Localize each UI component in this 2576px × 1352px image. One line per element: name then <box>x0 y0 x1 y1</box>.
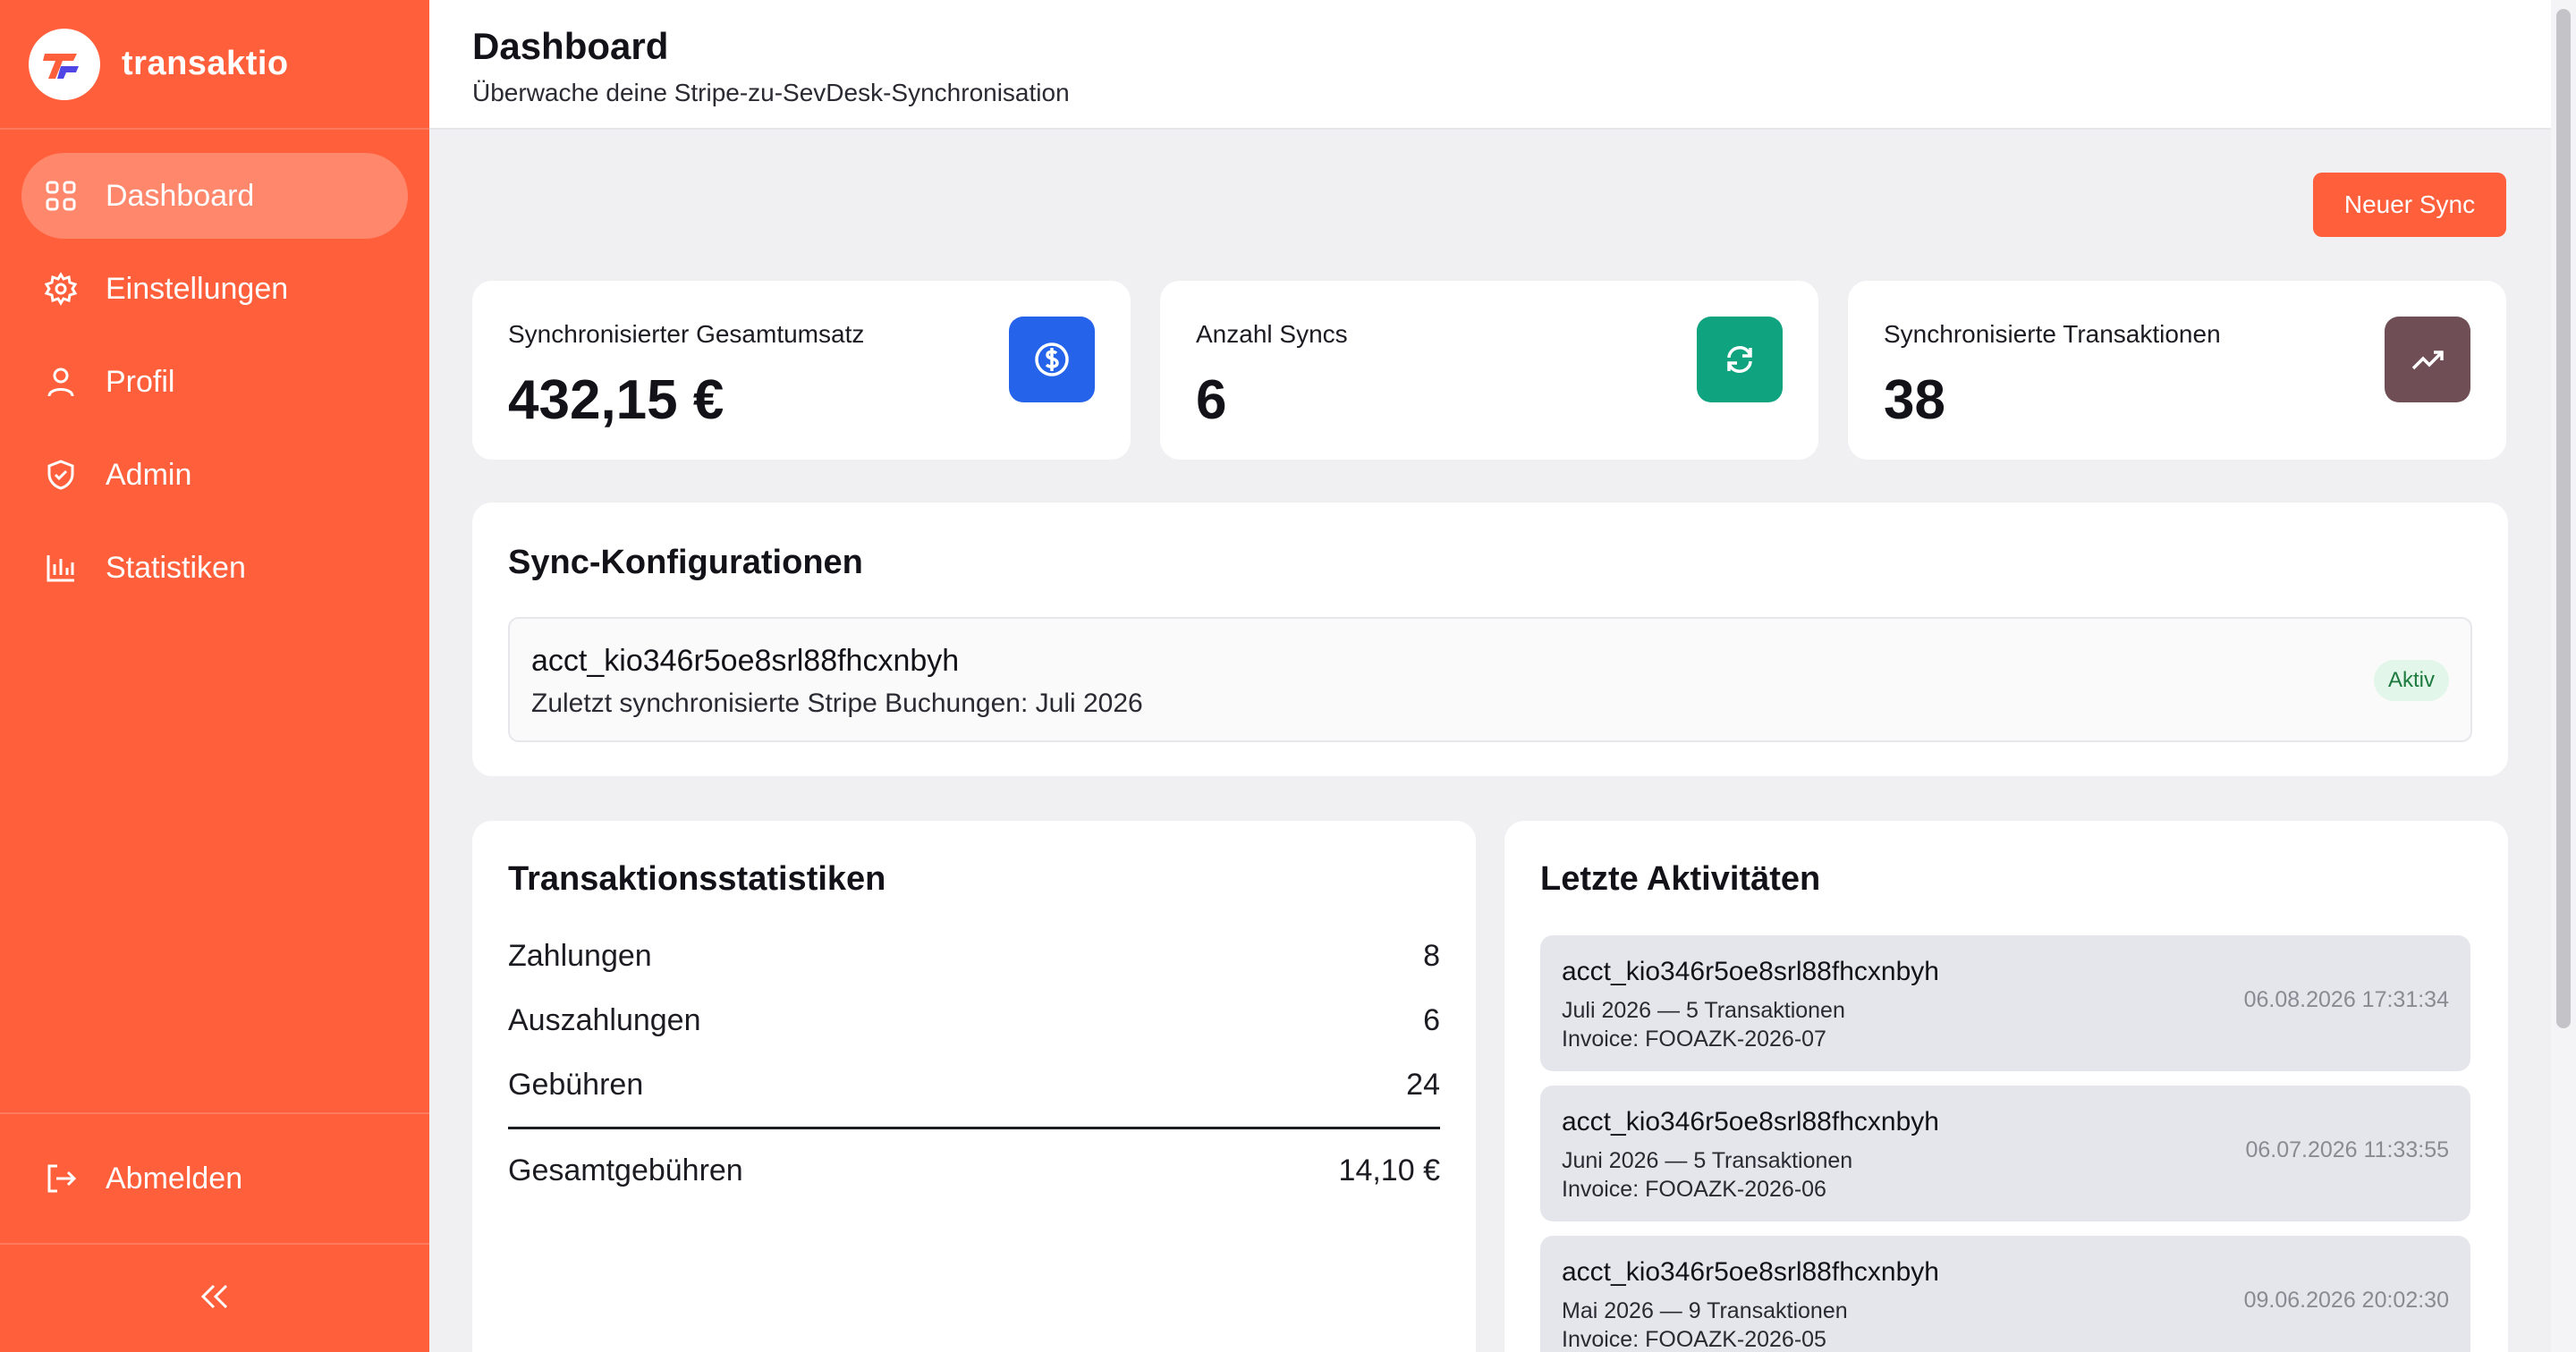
logout-section: Abmelden <box>0 1112 429 1245</box>
gear-icon <box>43 271 79 307</box>
section-title: Transaktionsstatistiken <box>508 860 886 898</box>
sidebar-item-label: Einstellungen <box>106 271 289 306</box>
activity-item[interactable]: acct_kio346r5oe8srl88fhcxnbyh Juni 2026 … <box>1540 1086 2470 1221</box>
section-title: Sync-Konfigurationen <box>508 544 863 581</box>
recent-activity-card: Letzte Aktivitäten acct_kio346r5oe8srl88… <box>1504 821 2508 1352</box>
row-value: 8 <box>1423 939 1440 973</box>
logout-icon <box>43 1161 79 1196</box>
page-header: Dashboard Überwache deine Stripe-zu-SevD… <box>429 0 2551 130</box>
shield-icon <box>43 457 79 493</box>
activity-timestamp: 09.06.2026 20:02:30 <box>2243 1288 2449 1313</box>
sidebar-item-admin[interactable]: Admin <box>21 432 408 518</box>
trending-up-icon <box>2385 317 2470 402</box>
status-badge: Aktiv <box>2373 660 2449 701</box>
sidebar-item-label: Admin <box>106 457 192 492</box>
row-label: Auszahlungen <box>508 1003 701 1037</box>
sidebar-item-label: Profil <box>106 364 175 399</box>
stat-row-total: Gesamtgebühren 14,10 € <box>508 1153 1440 1188</box>
total-value: 14,10 € <box>1338 1153 1440 1187</box>
scrollbar[interactable] <box>2551 0 2576 1352</box>
activity-summary: Mai 2026 — 9 Transaktionen <box>1562 1298 1848 1323</box>
activity-timestamp: 06.08.2026 17:31:34 <box>2243 987 2449 1012</box>
row-value: 6 <box>1423 1003 1440 1037</box>
sidebar-item-profil[interactable]: Profil <box>21 339 408 425</box>
activity-summary: Juli 2026 — 5 Transaktionen <box>1562 998 1845 1023</box>
activity-invoice: Invoice: FOOAZK-2026-05 <box>1562 1327 1826 1352</box>
brand[interactable]: transaktio <box>0 0 429 130</box>
stat-label: Synchronisierte Transaktionen <box>1884 320 2221 348</box>
config-account: acct_kio346r5oe8srl88fhcxnbyh <box>531 644 960 678</box>
row-label: Gebühren <box>508 1068 644 1102</box>
activity-invoice: Invoice: FOOAZK-2026-07 <box>1562 1027 1826 1052</box>
row-label: Zahlungen <box>508 939 652 973</box>
stat-label: Synchronisierter Gesamtumsatz <box>508 320 865 348</box>
stat-card-revenue: Synchronisierter Gesamtumsatz 432,15 € <box>472 281 1131 460</box>
stat-card-transactions: Synchronisierte Transaktionen 38 <box>1848 281 2506 460</box>
transaktio-logo <box>29 28 100 100</box>
page-title: Dashboard <box>472 25 669 67</box>
row-value: 24 <box>1406 1068 1440 1102</box>
stat-value: 6 <box>1196 369 1227 431</box>
divider <box>508 1127 1440 1129</box>
stat-row-zahlungen: Zahlungen 8 <box>508 939 1440 974</box>
sidebar: transaktio Dashboard Einstellungen Profi… <box>0 0 429 1352</box>
stat-label: Anzahl Syncs <box>1196 320 1348 348</box>
sidebar-item-einstellungen[interactable]: Einstellungen <box>21 246 408 332</box>
activity-invoice: Invoice: FOOAZK-2026-06 <box>1562 1177 1826 1202</box>
sync-configurations-card: Sync-Konfigurationen acct_kio346r5oe8srl… <box>472 503 2508 776</box>
refresh-icon <box>1697 317 1783 402</box>
sidebar-item-label: Statistiken <box>106 550 246 585</box>
activity-account: acct_kio346r5oe8srl88fhcxnbyh <box>1562 957 1939 986</box>
bar-chart-icon <box>43 550 79 586</box>
sidebar-item-label: Dashboard <box>106 178 255 213</box>
logout-button[interactable]: Abmelden <box>21 1136 408 1221</box>
logout-label: Abmelden <box>106 1161 243 1196</box>
config-description: Zuletzt synchronisierte Stripe Buchungen… <box>531 689 1143 718</box>
sidebar-item-statistiken[interactable]: Statistiken <box>21 525 408 611</box>
activity-account: acct_kio346r5oe8srl88fhcxnbyh <box>1562 1257 1939 1287</box>
activity-item[interactable]: acct_kio346r5oe8srl88fhcxnbyh Juli 2026 … <box>1540 935 2470 1071</box>
app-name: transaktio <box>122 45 289 82</box>
activity-summary: Juni 2026 — 5 Transaktionen <box>1562 1148 1853 1173</box>
transaction-stats-card: Transaktionsstatistiken Zahlungen 8 Ausz… <box>472 821 1476 1352</box>
activity-item[interactable]: acct_kio346r5oe8srl88fhcxnbyh Mai 2026 —… <box>1540 1236 2470 1352</box>
total-label: Gesamtgebühren <box>508 1153 743 1187</box>
new-sync-button[interactable]: Neuer Sync <box>2313 173 2506 237</box>
chevrons-left-icon <box>199 1283 230 1314</box>
sidebar-nav: Dashboard Einstellungen Profil Admin Sta… <box>0 130 429 611</box>
section-title: Letzte Aktivitäten <box>1540 860 1821 898</box>
stat-row-auszahlungen: Auszahlungen 6 <box>508 1003 1440 1038</box>
page-subtitle: Überwache deine Stripe-zu-SevDesk-Synchr… <box>472 79 1070 106</box>
sync-config-item[interactable]: acct_kio346r5oe8srl88fhcxnbyh Zuletzt sy… <box>508 617 2472 742</box>
collapse-sidebar-button[interactable] <box>0 1245 429 1352</box>
stat-card-syncs: Anzahl Syncs 6 <box>1160 281 1818 460</box>
dollar-icon <box>1009 317 1095 402</box>
activity-account: acct_kio346r5oe8srl88fhcxnbyh <box>1562 1107 1939 1137</box>
sidebar-footer: Abmelden <box>0 1112 429 1352</box>
grid-icon <box>43 178 79 214</box>
user-icon <box>43 364 79 400</box>
stat-value: 38 <box>1884 369 1945 431</box>
stat-row-gebuehren: Gebühren 24 <box>508 1068 1440 1103</box>
scrollbar-thumb[interactable] <box>2556 9 2571 1028</box>
stat-value: 432,15 € <box>508 369 724 431</box>
activity-timestamp: 06.07.2026 11:33:55 <box>2245 1137 2449 1162</box>
sidebar-item-dashboard[interactable]: Dashboard <box>21 153 408 239</box>
